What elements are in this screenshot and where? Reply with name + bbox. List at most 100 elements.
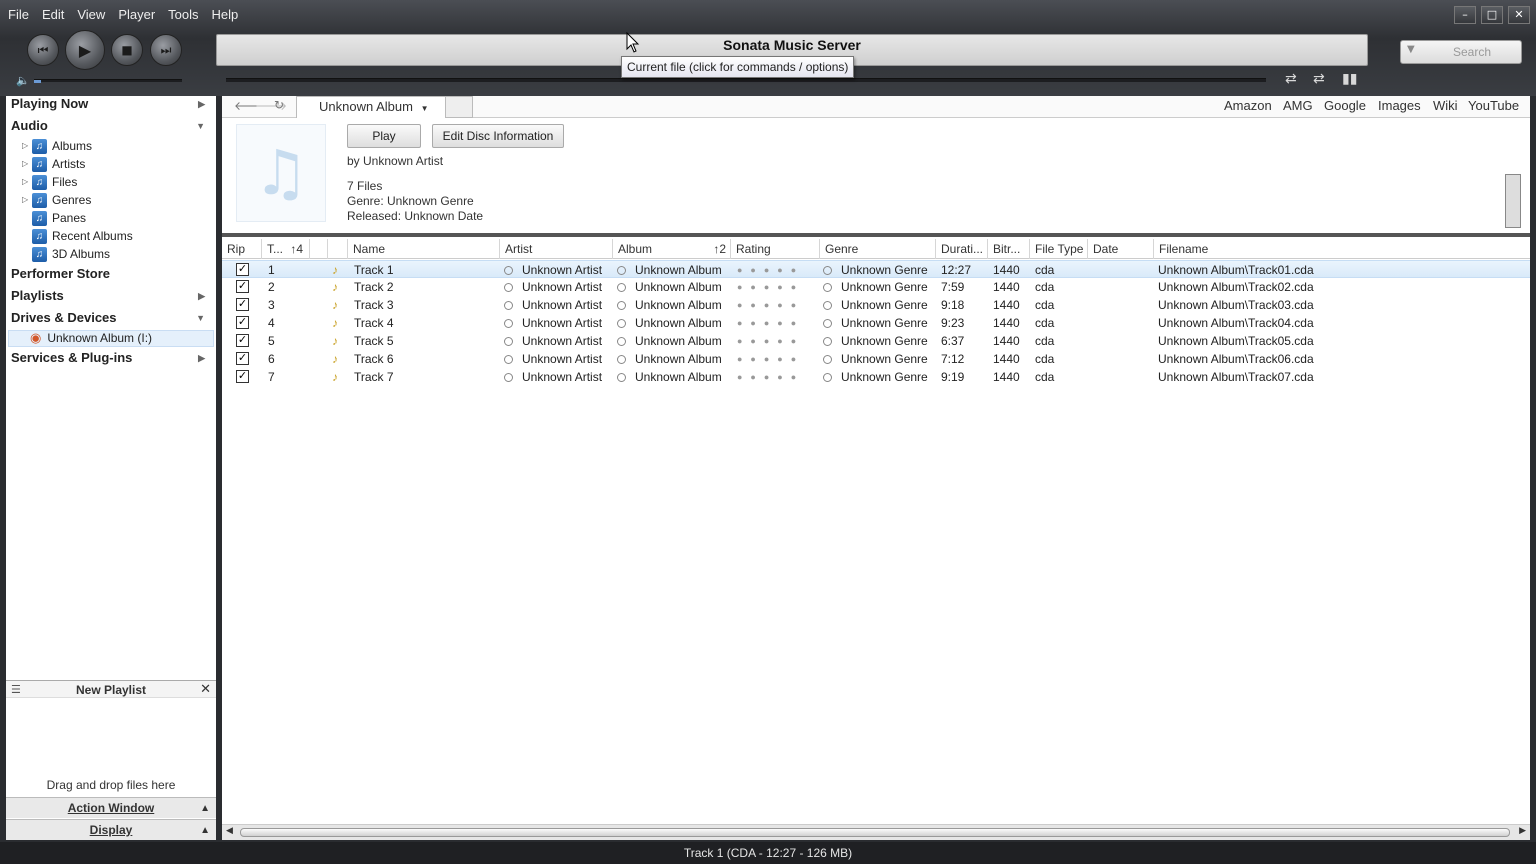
track-genre[interactable]: Unknown Genre — [823, 261, 935, 279]
track-album[interactable]: Unknown Album — [617, 350, 729, 368]
col-rip[interactable]: Rip — [222, 239, 262, 259]
artist-link-icon[interactable] — [504, 283, 513, 292]
nav-artists[interactable]: ▷ ♫ Artists — [22, 155, 85, 173]
search-dropdown-icon[interactable]: ▼ — [1407, 44, 1415, 55]
rip-checkbox[interactable]: ✓ — [236, 352, 249, 365]
minimize-icon[interactable]: – — [1454, 6, 1476, 24]
track-album[interactable]: Unknown Album — [617, 314, 729, 332]
pane-splitter[interactable] — [222, 233, 1530, 237]
track-genre[interactable]: Unknown Genre — [823, 314, 935, 332]
close-icon[interactable]: ✕ — [1508, 6, 1530, 24]
rip-checkbox[interactable]: ✓ — [236, 280, 249, 293]
track-album[interactable]: Unknown Album — [617, 278, 729, 296]
rating-stars[interactable]: ●●●●● — [737, 314, 817, 332]
scrollbar-thumb[interactable] — [240, 828, 1510, 837]
track-album[interactable]: Unknown Album — [617, 296, 729, 314]
track-genre[interactable]: Unknown Genre — [823, 278, 935, 296]
genre-link-icon[interactable] — [823, 373, 832, 382]
col-artist[interactable]: Artist — [500, 239, 613, 259]
search-box[interactable]: ▼ Search — [1400, 40, 1522, 64]
link-wiki[interactable]: Wiki — [1433, 98, 1458, 113]
new-tab-button[interactable] — [445, 96, 473, 118]
nav-audio[interactable]: Audio ▼ — [11, 116, 211, 136]
artist-link-icon[interactable] — [504, 301, 513, 310]
close-icon[interactable]: ✕ — [200, 681, 211, 699]
volume-slider[interactable] — [34, 79, 182, 83]
scroll-right-icon[interactable]: ▶ — [1519, 826, 1526, 836]
album-link-icon[interactable] — [617, 283, 626, 292]
play-icon[interactable]: ▶ — [65, 30, 105, 70]
artist-link-icon[interactable] — [504, 266, 513, 275]
rating-stars[interactable]: ●●●●● — [737, 278, 817, 296]
nav-playing-now[interactable]: Playing Now ▶ — [11, 94, 211, 114]
menu-view[interactable]: View — [77, 7, 105, 22]
nav-genres[interactable]: ▷ ♫ Genres — [22, 191, 91, 209]
display-bar[interactable]: Display ▲ — [6, 819, 216, 840]
nav-performer-store[interactable]: Performer Store — [11, 264, 211, 284]
rip-checkbox[interactable]: ✓ — [236, 298, 249, 311]
col-file-type[interactable]: File Type — [1030, 239, 1088, 259]
col-icon[interactable] — [328, 239, 348, 259]
rating-stars[interactable]: ●●●●● — [737, 261, 817, 279]
genre-link-icon[interactable] — [823, 266, 832, 275]
nav-recent-albums[interactable]: ♫ Recent Albums — [22, 227, 133, 245]
expand-icon[interactable]: ▷ — [22, 191, 32, 209]
info-scrollbar[interactable] — [1505, 174, 1521, 228]
col-rating[interactable]: Rating — [731, 239, 820, 259]
track-genre[interactable]: Unknown Genre — [823, 350, 935, 368]
track-genre[interactable]: Unknown Genre — [823, 368, 935, 386]
nav-services-plugins[interactable]: Services & Plug-ins ▶ — [11, 348, 211, 368]
previous-track-icon[interactable]: ⏮ — [27, 34, 59, 66]
volume-control[interactable]: 🔈 — [16, 74, 186, 87]
col-bitrate[interactable]: Bitr... — [988, 239, 1030, 259]
rating-stars[interactable]: ●●●●● — [737, 350, 817, 368]
horizontal-scrollbar[interactable]: ◀ ▶ — [222, 824, 1530, 840]
track-genre[interactable]: Unknown Genre — [823, 296, 935, 314]
search-input[interactable]: Search — [1453, 45, 1491, 59]
menu-tools[interactable]: Tools — [168, 7, 198, 22]
rip-checkbox[interactable]: ✓ — [236, 334, 249, 347]
rating-stars[interactable]: ●●●●● — [737, 296, 817, 314]
track-artist[interactable]: Unknown Artist — [504, 261, 612, 279]
rip-checkbox[interactable]: ✓ — [236, 263, 249, 276]
track-artist[interactable]: Unknown Artist — [504, 368, 612, 386]
nav-albums[interactable]: ▷ ♫ Albums — [22, 137, 92, 155]
menu-player[interactable]: Player — [118, 7, 155, 22]
track-album[interactable]: Unknown Album — [617, 368, 729, 386]
col-genre[interactable]: Genre — [820, 239, 936, 259]
track-album[interactable]: Unknown Album — [617, 332, 729, 350]
link-amazon[interactable]: Amazon — [1224, 98, 1272, 113]
expand-icon[interactable]: ▷ — [22, 155, 32, 173]
album-link-icon[interactable] — [617, 355, 626, 364]
track-artist[interactable]: Unknown Artist — [504, 350, 612, 368]
stop-icon[interactable]: ■ — [111, 34, 143, 66]
new-playlist-header[interactable]: ☰ New Playlist ✕ — [6, 680, 216, 698]
genre-link-icon[interactable] — [823, 301, 832, 310]
rating-stars[interactable]: ●●●●● — [737, 332, 817, 350]
link-images[interactable]: Images — [1378, 98, 1421, 113]
menu-edit[interactable]: Edit — [42, 7, 64, 22]
refresh-icon[interactable]: ↻ — [274, 98, 284, 112]
track-album[interactable]: Unknown Album — [617, 261, 729, 279]
artist-link-icon[interactable] — [504, 337, 513, 346]
nav-playlists[interactable]: Playlists ▶ — [11, 286, 211, 306]
artist-link-icon[interactable] — [504, 319, 513, 328]
rip-checkbox[interactable]: ✓ — [236, 316, 249, 329]
scroll-left-icon[interactable]: ◀ — [226, 826, 233, 836]
link-youtube[interactable]: YouTube — [1468, 98, 1519, 113]
col-duration[interactable]: Durati... — [936, 239, 988, 259]
action-window-bar[interactable]: Action Window ▲ — [6, 797, 216, 818]
col-track[interactable]: T... ↑4 — [262, 239, 310, 259]
table-row[interactable]: ✓ 2 ♪ Track 2 Unknown Artist Unknown Album ●●●… — [222, 278, 1530, 296]
rip-checkbox[interactable]: ✓ — [236, 370, 249, 383]
track-artist[interactable]: Unknown Artist — [504, 278, 612, 296]
menu-file[interactable]: File — [8, 7, 29, 22]
nav-drive-unknown-album[interactable]: ◉ Unknown Album (I:) — [30, 329, 152, 347]
track-artist[interactable]: Unknown Artist — [504, 296, 612, 314]
expand-icon[interactable]: ▷ — [22, 137, 32, 155]
album-link-icon[interactable] — [617, 319, 626, 328]
next-track-icon[interactable]: ⏭ — [150, 34, 182, 66]
table-row[interactable]: ✓ 6 ♪ Track 6 Unknown Artist Unknown Album ●●●… — [222, 350, 1530, 368]
genre-link-icon[interactable] — [823, 355, 832, 364]
artist-link-icon[interactable] — [504, 373, 513, 382]
